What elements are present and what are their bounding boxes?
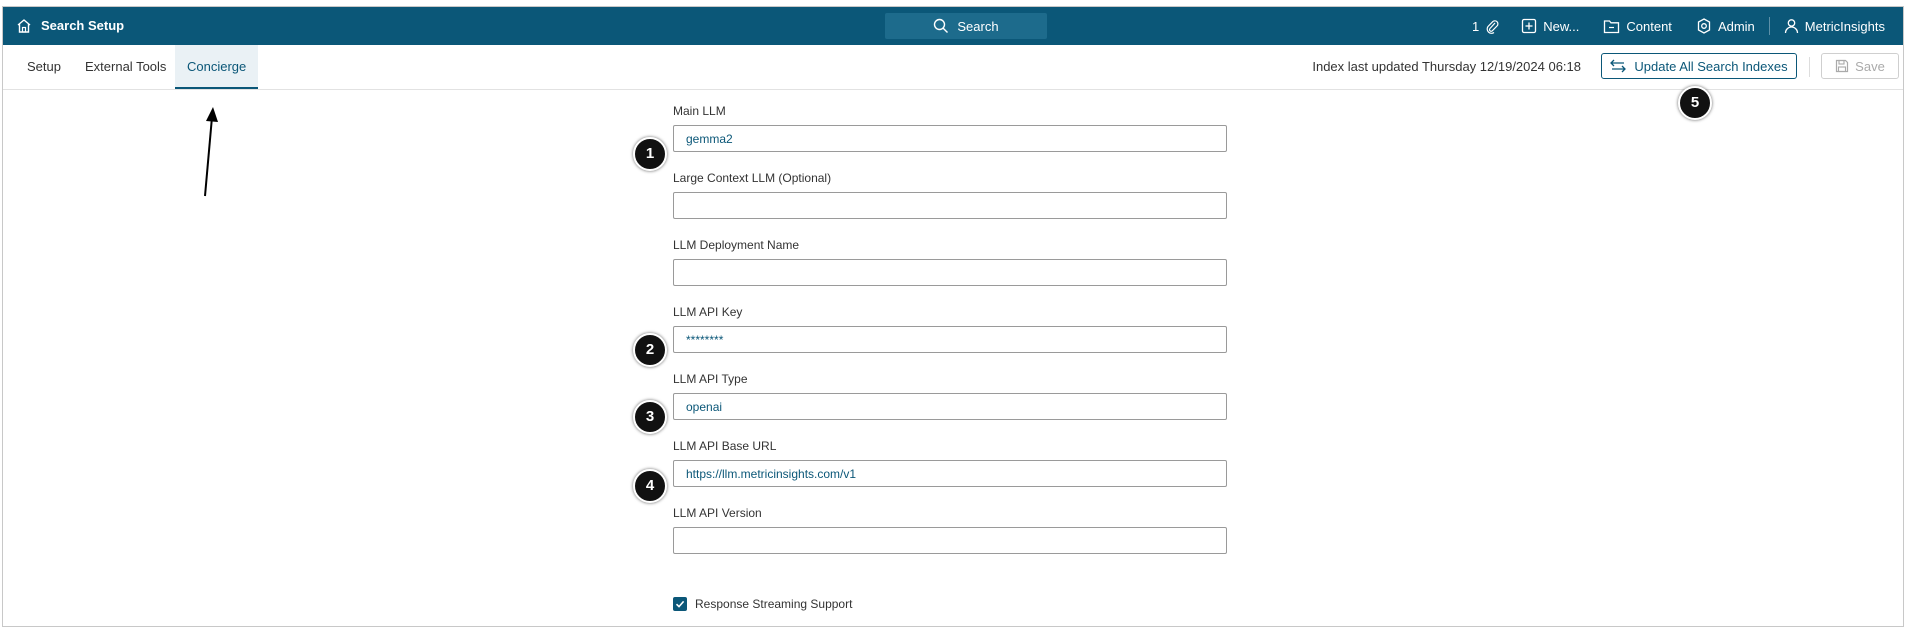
global-search-button[interactable]: Search (885, 13, 1047, 39)
user-label: MetricInsights (1804, 18, 1885, 34)
response-streaming-label: Response Streaming Support (695, 597, 853, 611)
main-llm-input[interactable] (673, 125, 1227, 152)
attachments-button[interactable]: 1 (1472, 18, 1499, 34)
annotation-arrow (204, 107, 218, 197)
admin-button[interactable]: Admin (1696, 18, 1755, 34)
app-window: Search Setup Search 1 New... Content Adm… (2, 6, 1904, 627)
update-all-search-indexes-button[interactable]: Update All Search Indexes (1601, 53, 1797, 79)
large-context-llm-field: Large Context LLM (Optional) (673, 170, 1227, 219)
llm-api-base-url-input[interactable] (673, 460, 1227, 487)
tab-label: Setup (27, 59, 61, 74)
folder-icon (1604, 19, 1620, 33)
llm-api-type-field: LLM API Type (673, 371, 1227, 420)
callout-4: 4 (633, 469, 667, 503)
callout-3: 3 (633, 400, 667, 434)
content-label: Content (1626, 18, 1672, 34)
tab-label: Concierge (187, 59, 247, 74)
update-label: Update All Search Indexes (1634, 58, 1788, 74)
llm-api-key-input[interactable] (673, 326, 1227, 353)
response-streaming-row: Response Streaming Support (673, 597, 852, 611)
tab-external-tools[interactable]: External Tools (73, 45, 178, 89)
index-status: Index last updated Thursday 12/19/2024 0… (1312, 59, 1581, 74)
sub-navigation: Setup External Tools Concierge Index las… (3, 45, 1903, 90)
checkmark-icon (675, 600, 685, 608)
tab-label: External Tools (85, 59, 167, 74)
top-bar: Search Setup Search 1 New... Content Adm… (3, 7, 1903, 45)
user-menu-button[interactable]: MetricInsights (1784, 18, 1885, 34)
main-llm-label: Main LLM (673, 104, 726, 118)
llm-api-key-label: LLM API Key (673, 305, 743, 319)
swap-arrows-icon (1610, 59, 1627, 73)
llm-deployment-name-label: LLM Deployment Name (673, 238, 800, 252)
llm-api-base-url-label: LLM API Base URL (673, 439, 777, 453)
callout-5: 5 (1678, 86, 1712, 120)
llm-api-key-field: LLM API Key (673, 304, 1227, 353)
llm-api-type-label: LLM API Type (673, 372, 748, 386)
callout-2: 2 (633, 333, 667, 367)
top-right-menu: 1 New... Content Admin MetricInsights (1472, 7, 1903, 45)
tab-setup[interactable]: Setup (15, 45, 73, 89)
llm-api-version-field: LLM API Version (673, 505, 1227, 554)
content-button[interactable]: Content (1603, 19, 1672, 34)
response-streaming-checkbox[interactable] (673, 597, 687, 611)
large-context-llm-input[interactable] (673, 192, 1227, 219)
toolbar-divider (1809, 57, 1810, 77)
floppy-icon (1836, 59, 1849, 73)
attachments-count: 1 (1472, 18, 1480, 34)
search-label: Search (957, 18, 999, 34)
plus-square-icon (1522, 18, 1537, 34)
page-title: Search Setup (41, 18, 125, 33)
user-icon (1784, 19, 1798, 34)
llm-api-base-url-field: LLM API Base URL (673, 438, 1227, 487)
new-label: New... (1543, 18, 1580, 34)
save-button[interactable]: Save (1821, 53, 1899, 79)
home-icon[interactable] (15, 17, 33, 35)
save-label: Save (1855, 58, 1885, 74)
large-context-llm-label: Large Context LLM (Optional) (673, 171, 832, 185)
gear-icon (1697, 18, 1711, 34)
paperclip-icon (1486, 20, 1499, 34)
callout-1: 1 (633, 137, 667, 171)
menu-divider (1768, 17, 1770, 35)
llm-api-type-input[interactable] (673, 393, 1227, 420)
llm-api-version-input[interactable] (673, 527, 1227, 554)
tab-concierge[interactable]: Concierge (175, 45, 259, 89)
llm-deployment-name-input[interactable] (673, 259, 1227, 286)
new-button[interactable]: New... (1521, 18, 1579, 34)
search-icon (934, 18, 949, 33)
admin-label: Admin (1717, 18, 1755, 34)
llm-api-version-label: LLM API Version (673, 506, 762, 520)
llm-deployment-name-field: LLM Deployment Name (673, 237, 1227, 286)
main-llm-field: Main LLM (673, 103, 1227, 152)
